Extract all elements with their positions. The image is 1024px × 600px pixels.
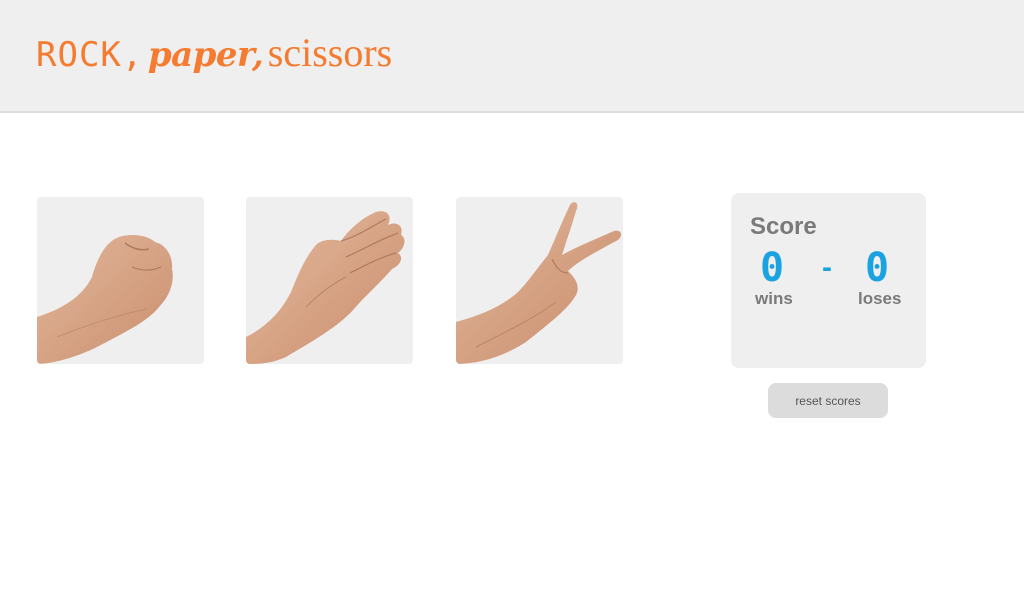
logo-paper-text: paper, xyxy=(147,35,264,75)
wins-count: 0 xyxy=(759,245,785,291)
reset-scores-button[interactable]: reset scores xyxy=(768,383,888,418)
logo-scissors-text: scissors xyxy=(267,30,393,75)
rock-hand-icon xyxy=(37,234,173,364)
loses-label: loses xyxy=(858,289,902,308)
app-logo: ROCK, paper, scissors xyxy=(36,28,392,87)
scissors-hand-icon xyxy=(456,202,622,364)
loses-count: 0 xyxy=(864,245,890,291)
score-title: Score xyxy=(750,213,817,240)
score-panel: Score 0 - 0 wins loses xyxy=(731,193,926,368)
logo-rock-text: ROCK, xyxy=(36,35,144,75)
rock-choice-button[interactable] xyxy=(37,197,204,364)
paper-hand-icon xyxy=(246,211,405,364)
wins-label: wins xyxy=(755,289,793,308)
scissors-choice-button[interactable] xyxy=(456,197,623,364)
paper-choice-button[interactable] xyxy=(246,197,413,364)
header: ROCK, paper, scissors xyxy=(0,0,1024,113)
score-separator: - xyxy=(822,251,832,284)
